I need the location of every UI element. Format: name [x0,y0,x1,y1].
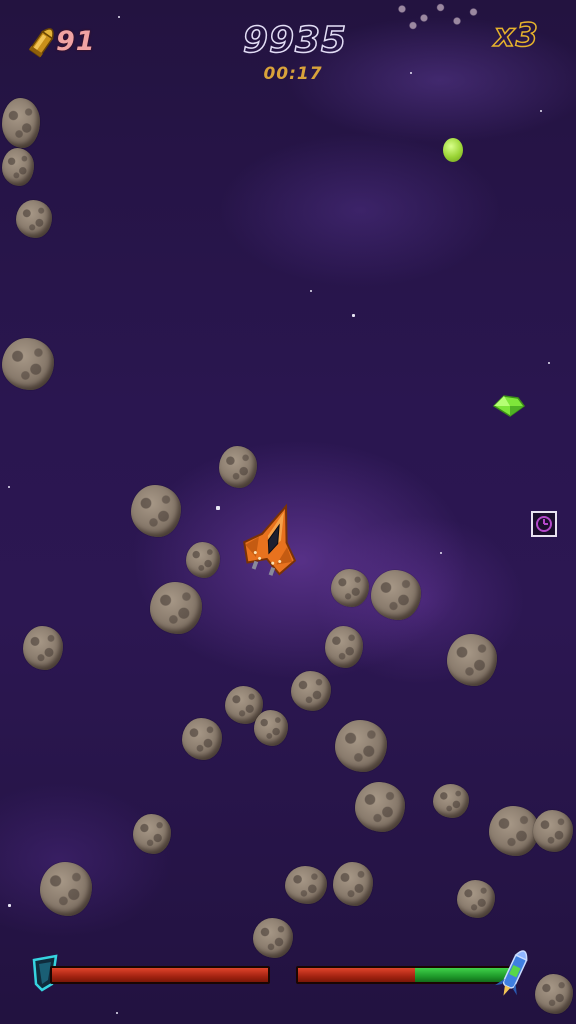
asteroid [285,866,327,904]
asteroid [371,570,421,620]
green-orb-icon[interactable] [443,138,463,162]
asteroid [447,634,497,686]
health-bar-fill [52,968,268,982]
asteroid [150,582,202,634]
ammo-count: 91 [56,26,96,57]
asteroid [355,782,405,832]
asteroid [253,918,293,958]
star [118,16,120,18]
player-ship[interactable] [240,502,306,580]
asteroid [182,718,222,760]
clock-target-icon[interactable] [530,510,558,538]
asteroid [333,862,373,906]
star [310,290,312,292]
star [8,486,10,488]
star [116,1012,118,1014]
health-bar [50,966,270,984]
asteroid [186,542,220,578]
star [216,506,220,510]
timer: 00:17 [263,64,323,84]
asteroid [133,814,171,854]
asteroid [2,338,54,390]
asteroid [335,720,387,772]
asteroid [219,446,257,488]
asteroid [325,626,363,668]
asteroid [457,880,495,918]
asteroid [23,626,63,670]
asteroid [535,974,573,1014]
asteroid [131,485,181,537]
rocket-icon [495,950,528,996]
asteroid [489,806,539,856]
asteroid [331,569,369,607]
star [8,904,11,907]
debris-cluster [380,0,490,30]
boost-bar [296,966,512,984]
asteroid [2,98,40,148]
star [410,72,412,74]
asteroid [433,784,469,818]
asteroid [2,148,34,186]
game-screen[interactable]: 91 9935 00:17 x3 [0,0,576,1024]
star [548,362,550,364]
green-gem-icon[interactable] [492,394,526,418]
star [440,552,442,554]
score: 9935 [242,19,348,62]
asteroid [254,710,288,746]
asteroid [533,810,573,852]
asteroid [291,671,331,711]
star [352,314,355,317]
score-multiplier: x3 [493,15,539,55]
boost-bar-red [298,968,415,982]
asteroid [16,200,52,238]
star [540,110,542,112]
asteroid [40,862,92,916]
